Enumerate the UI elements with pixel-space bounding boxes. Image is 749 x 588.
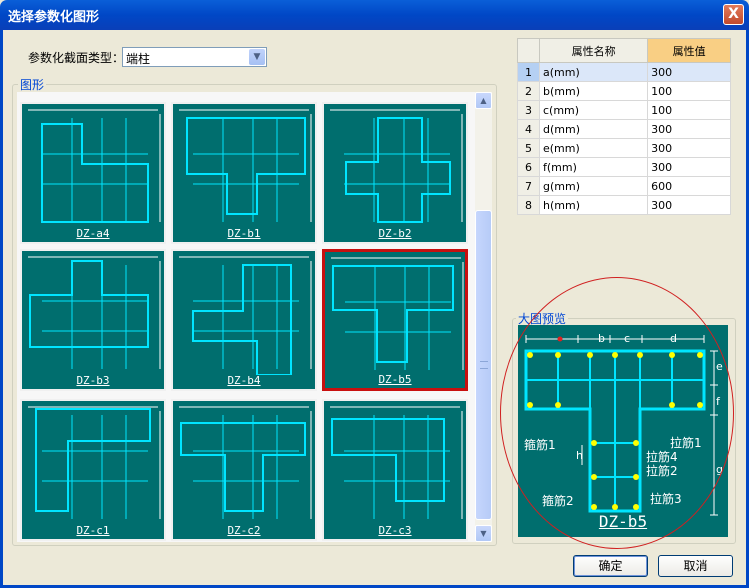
thumbnail-name: DZ-b5 — [378, 373, 412, 386]
property-row[interactable]: 3 c(mm) 100 — [517, 100, 731, 120]
property-name-cell: e(mm) — [538, 138, 649, 158]
cancel-button[interactable]: 取消 — [658, 555, 733, 577]
thumbnail-figure — [179, 109, 312, 222]
column-header-value[interactable]: 属性值 — [647, 38, 731, 63]
column-header-name[interactable]: 属性名称 — [538, 38, 649, 63]
thumbnail-name: DZ-c1 — [76, 524, 110, 537]
property-name-cell: d(mm) — [538, 119, 649, 139]
thumbnail-scrollbar[interactable]: ▲ ▼ — [475, 92, 492, 542]
thumbnail-dz-b3[interactable]: DZ-b3 — [20, 249, 166, 391]
close-button[interactable]: X — [723, 4, 744, 25]
thumbnail-dz-c3[interactable]: DZ-c3 — [322, 399, 468, 541]
property-value-cell[interactable]: 100 — [647, 100, 731, 120]
corner-cell — [517, 38, 540, 63]
thumbnail-figure — [179, 406, 312, 519]
chevron-down-icon[interactable]: ▼ — [249, 49, 265, 65]
property-idx-cell: 3 — [517, 100, 540, 120]
title-bar: 选择参数化图形 X — [0, 0, 749, 30]
shapes-group-label: 图形 — [18, 76, 47, 93]
thumbnail-figure — [331, 257, 464, 370]
property-name-cell: a(mm) — [538, 62, 649, 82]
property-name-cell: h(mm) — [538, 195, 649, 215]
thumbnail-name: DZ-b2 — [378, 227, 412, 240]
scroll-thumb[interactable] — [475, 210, 492, 520]
thumbnail-dz-a4[interactable]: DZ-a4 — [20, 102, 166, 244]
thumbnail-name: DZ-c2 — [227, 524, 261, 537]
thumbnail-figure — [28, 109, 161, 223]
thumbnail-grid: DZ-a4 DZ-b1 DZ-b2 DZ-b3 DZ-b4 DZ-b5 DZ-c1 DZ-c2… — [17, 92, 475, 542]
thumbnail-name: DZ-c3 — [378, 524, 412, 537]
property-table: 属性名称 属性值 1 a(mm) 300 2 b(mm) 100 3 c(mm) 100 4 d(m… — [517, 38, 731, 215]
scroll-down-icon[interactable]: ▼ — [475, 525, 492, 542]
property-name-cell: b(mm) — [538, 81, 649, 101]
thumbnail-dz-b4[interactable]: DZ-b4 — [171, 249, 317, 391]
thumbnail-figure — [179, 256, 312, 375]
property-idx-cell: 2 — [517, 81, 540, 101]
thumbnail-dz-b2[interactable]: DZ-b2 — [322, 102, 468, 244]
thumbnail-figure — [330, 109, 463, 223]
thumbnail-name: DZ-b1 — [227, 227, 261, 240]
thumbnail-figure — [330, 406, 463, 519]
scroll-up-icon[interactable]: ▲ — [475, 92, 492, 109]
property-idx-cell: 6 — [517, 157, 540, 177]
thumbnail-figure — [28, 406, 161, 519]
property-row[interactable]: 6 f(mm) 300 — [517, 157, 731, 177]
section-type-select[interactable]: 端柱 ▼ — [122, 47, 267, 67]
property-row[interactable]: 2 b(mm) 100 — [517, 81, 731, 101]
property-value-cell[interactable]: 600 — [647, 176, 731, 196]
property-row[interactable]: 8 h(mm) 300 — [517, 195, 731, 215]
property-row[interactable]: 4 d(mm) 300 — [517, 119, 731, 139]
property-idx-cell: 7 — [517, 176, 540, 196]
property-row[interactable]: 1 a(mm) 300 — [517, 62, 731, 82]
property-idx-cell: 8 — [517, 195, 540, 215]
property-value-cell[interactable]: 300 — [647, 119, 731, 139]
thumbnail-figure — [28, 256, 161, 369]
annotation-ellipse — [500, 277, 734, 549]
thumbnail-dz-c2[interactable]: DZ-c2 — [171, 399, 317, 541]
thumbnail-name: DZ-b3 — [76, 374, 110, 387]
dialog-title: 选择参数化图形 — [8, 10, 100, 25]
thumbnail-dz-b1[interactable]: DZ-b1 — [171, 102, 317, 244]
property-value-cell[interactable]: 300 — [647, 157, 731, 177]
section-type-label: 参数化截面类型： — [28, 51, 125, 65]
property-table-header: 属性名称 属性值 — [517, 38, 731, 63]
property-value-cell[interactable]: 300 — [647, 138, 731, 158]
section-type-value: 端柱 — [126, 52, 151, 66]
property-name-cell: c(mm) — [538, 100, 649, 120]
property-name-cell: f(mm) — [538, 157, 649, 177]
grip-icon — [480, 361, 488, 369]
property-value-cell[interactable]: 300 — [647, 62, 731, 82]
thumbnail-dz-c1[interactable]: DZ-c1 — [20, 399, 166, 541]
property-name-cell: g(mm) — [538, 176, 649, 196]
property-value-cell[interactable]: 300 — [647, 195, 731, 215]
property-idx-cell: 1 — [517, 62, 540, 82]
property-idx-cell: 4 — [517, 119, 540, 139]
property-row[interactable]: 7 g(mm) 600 — [517, 176, 731, 196]
ok-button[interactable]: 确定 — [573, 555, 648, 577]
property-value-cell[interactable]: 100 — [647, 81, 731, 101]
property-idx-cell: 5 — [517, 138, 540, 158]
thumbnail-dz-b5[interactable]: DZ-b5 — [322, 249, 468, 391]
thumbnail-name: DZ-a4 — [76, 227, 110, 240]
thumbnail-name: DZ-b4 — [227, 374, 261, 387]
property-row[interactable]: 5 e(mm) 300 — [517, 138, 731, 158]
